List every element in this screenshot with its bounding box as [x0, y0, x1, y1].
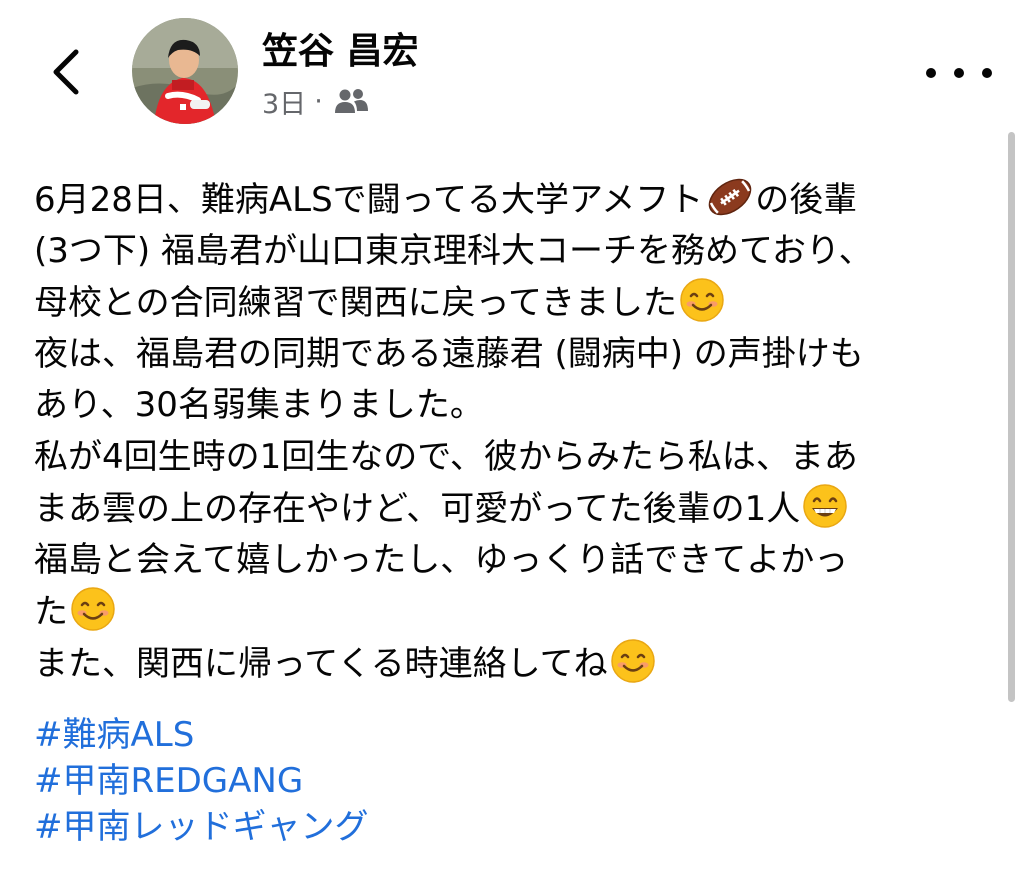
avatar[interactable]: [132, 18, 238, 124]
grinning-face-icon: [803, 484, 847, 528]
post-line: 6月28日、難病ALSで闘ってる大学アメフト の後輩: [34, 174, 994, 226]
more-options-icon-dot: [954, 68, 964, 78]
chevron-left-icon: [53, 49, 79, 95]
post-line-text: (3つ下) 福島君が山口東京理科大コーチを務めており、: [34, 230, 873, 271]
post-line-text: 私が4回生時の1回生なので、彼からみたら私は、まあ: [34, 436, 858, 477]
post-line: 母校との合同練習で関西に戻ってきました: [34, 277, 994, 329]
post-line: まあ雲の上の存在やけど、可愛がってた後輩の1人: [34, 483, 994, 535]
post-meta: 3日 ·: [262, 80, 369, 122]
more-options-icon-dot: [982, 68, 992, 78]
post-screen: 笠谷 昌宏 3日 · 6月28日、難病ALSで闘ってる大学アメフト の後輩 (3…: [0, 0, 1024, 872]
more-options-icon-dot: [926, 68, 936, 78]
meta-separator: ·: [314, 85, 323, 117]
post-line-text: 母校との合同練習で関西に戻ってきました: [34, 283, 677, 323]
post-time[interactable]: 3日: [262, 82, 306, 121]
hashtag-link[interactable]: #甲南レッドギャング: [34, 804, 369, 850]
more-options-button[interactable]: [926, 58, 992, 88]
post-body: 6月28日、難病ALSで闘ってる大学アメフト の後輩 (3つ下) 福島君が山口東…: [34, 174, 994, 689]
post-line-text: また、関西に帰ってくる時連絡してね: [34, 643, 608, 684]
back-button[interactable]: [38, 38, 98, 106]
hashtag-link[interactable]: #難病ALS: [34, 712, 369, 758]
smiling-face-icon: [71, 587, 115, 631]
post-line-text: まあ雲の上の存在やけど、可愛がってた後輩の1人: [34, 489, 801, 529]
friends-icon[interactable]: [333, 87, 369, 115]
smiling-face-icon: [610, 638, 655, 683]
post-line: (3つ下) 福島君が山口東京理科大コーチを務めており、: [34, 226, 994, 278]
post-line-text: あり、30名弱集まりました。: [34, 385, 484, 425]
post-line-text: 6月28日、難病ALSで闘ってる大学アメフト: [34, 180, 704, 220]
post-line: あり、30名弱集まりました。: [34, 380, 994, 432]
hashtag-list: #難病ALS #甲南REDGANG #甲南レッドギャング: [34, 712, 369, 850]
post-line: た: [34, 586, 994, 638]
post-line-text: の後輩: [755, 180, 858, 220]
post-line: 私が4回生時の1回生なので、彼からみたら私は、まあ: [34, 432, 994, 484]
american-football-icon: [709, 178, 752, 216]
post-line-text: 夜は、福島君の同期である遠藤君 (闘病中) の声掛けも: [34, 333, 864, 374]
post-line-text: た: [34, 592, 68, 632]
post-line: また、関西に帰ってくる時連絡してね: [34, 638, 994, 690]
profile-photo: [132, 18, 238, 124]
smiling-face-icon: [680, 278, 724, 322]
post-line: 夜は、福島君の同期である遠藤君 (闘病中) の声掛けも: [34, 329, 994, 381]
post-line-text: 福島と会えて嬉しかったし、ゆっくり話できてよかっ: [34, 539, 849, 580]
author-name[interactable]: 笠谷 昌宏: [262, 22, 419, 74]
scrollbar[interactable]: [1008, 132, 1015, 702]
post-line: 福島と会えて嬉しかったし、ゆっくり話できてよかっ: [34, 535, 994, 587]
hashtag-link[interactable]: #甲南REDGANG: [34, 758, 369, 804]
